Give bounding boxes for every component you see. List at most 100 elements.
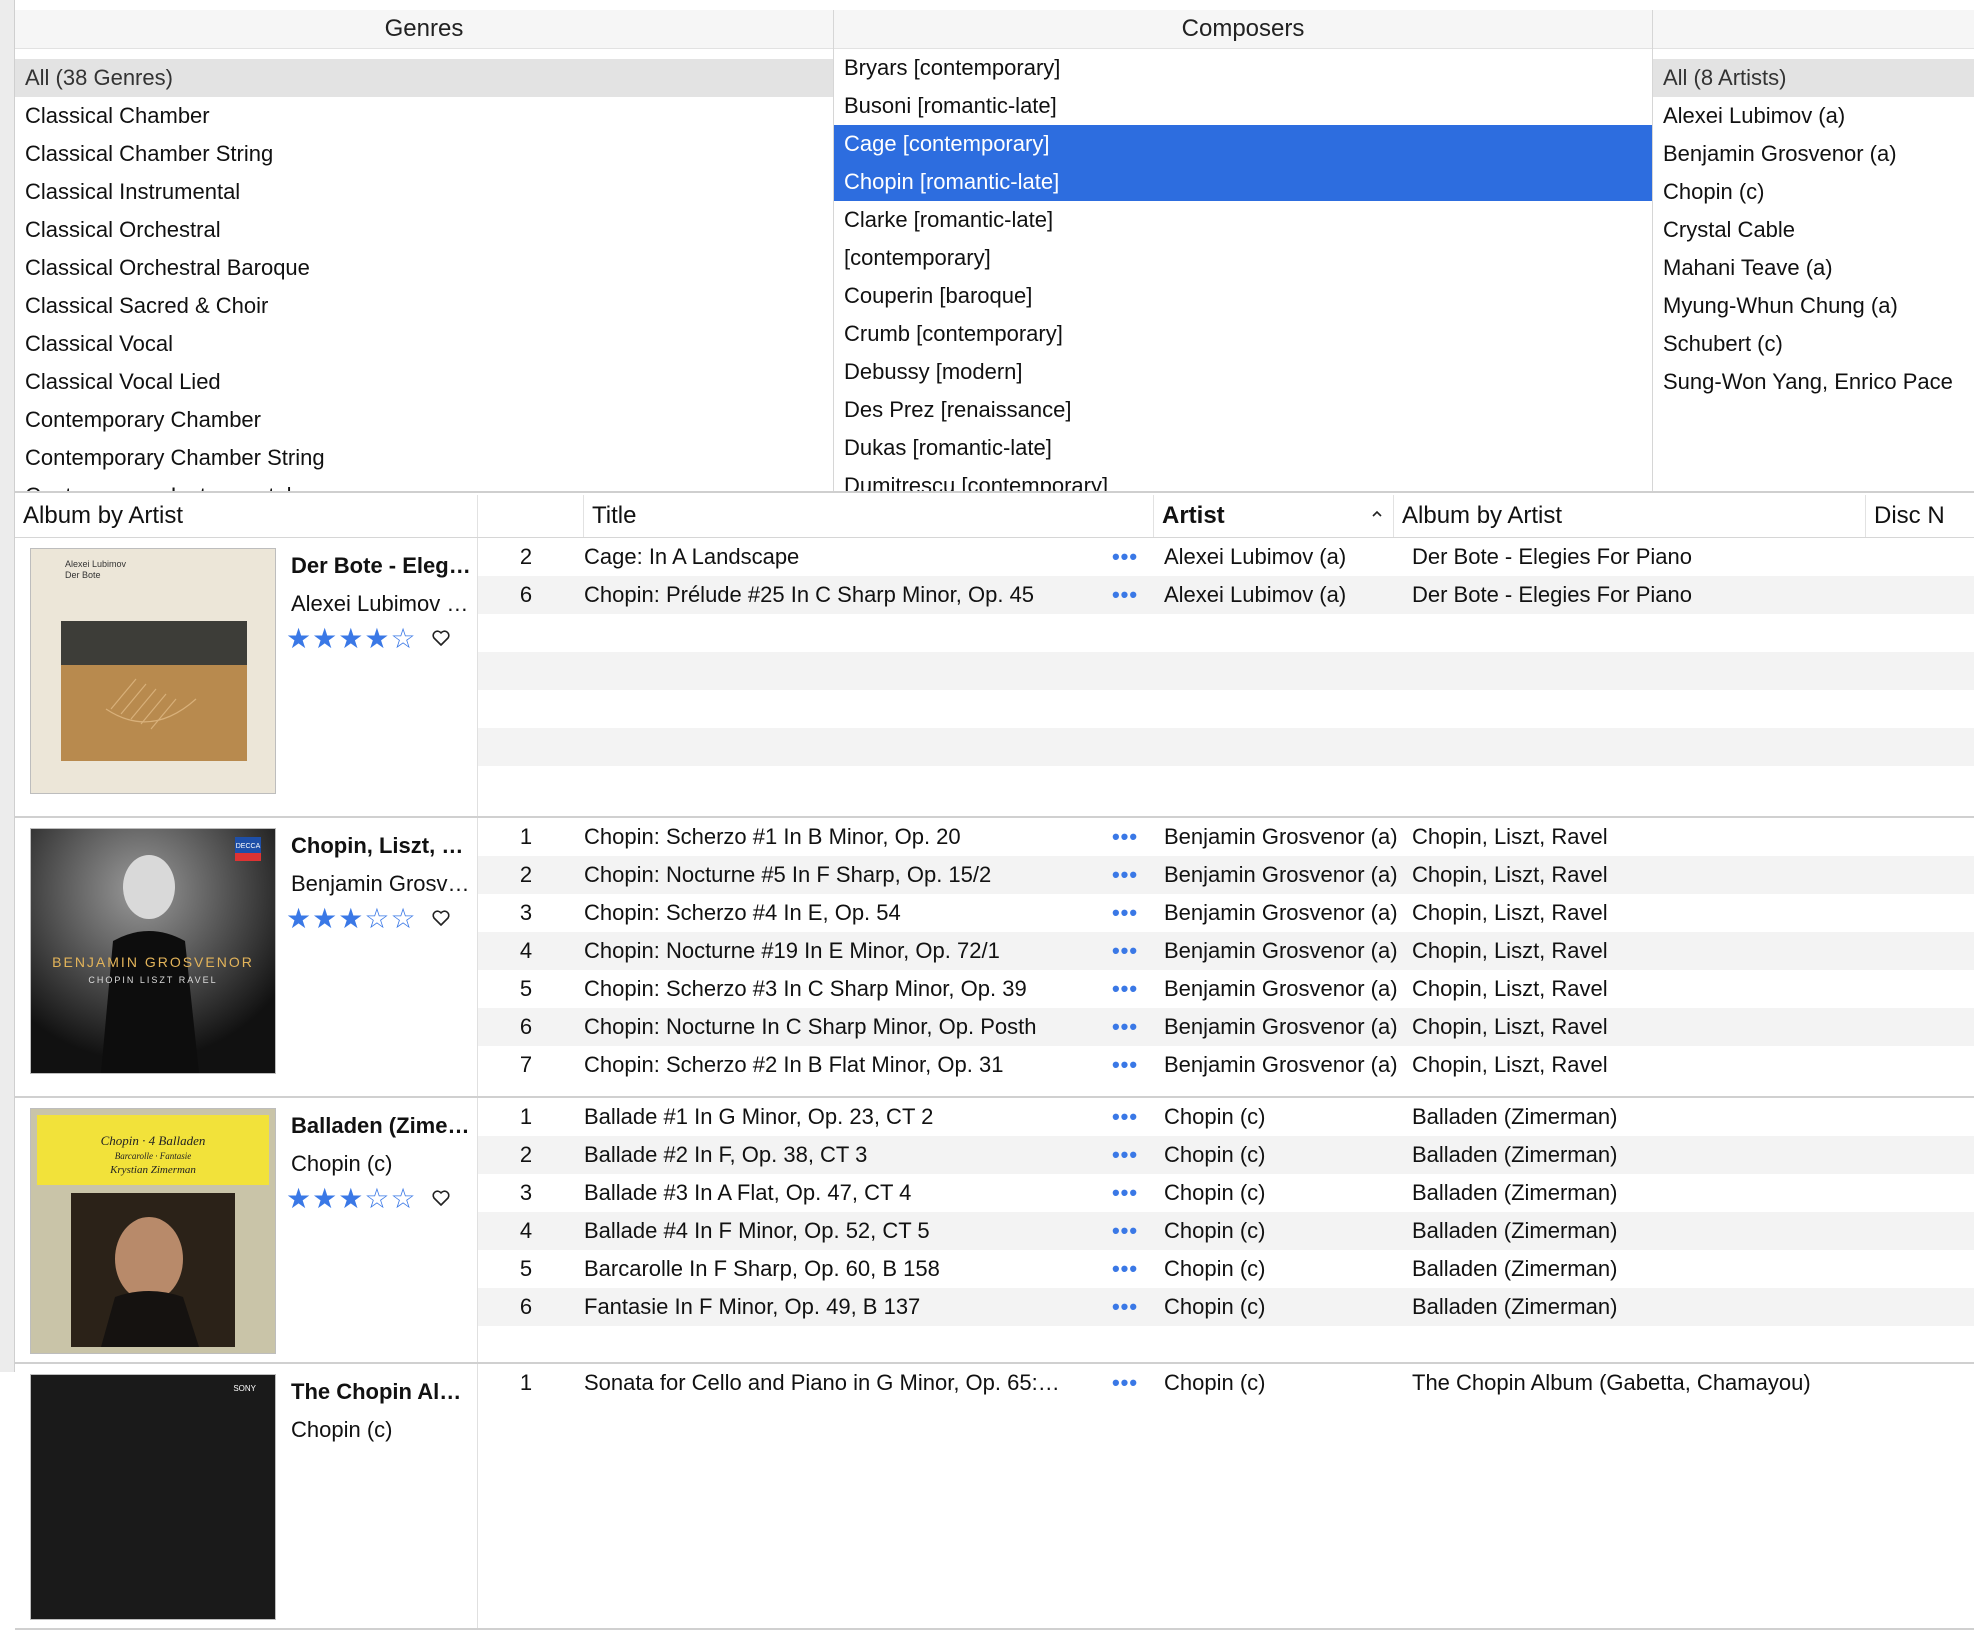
browser-row[interactable]: Contemporary Chamber String — [15, 439, 833, 477]
column-title[interactable]: Title — [584, 495, 1154, 537]
column-album[interactable]: Album by Artist — [1394, 495, 1866, 537]
more-dots-icon[interactable]: ••• — [1106, 1008, 1144, 1046]
more-dots-icon[interactable]: ••• — [1106, 1098, 1144, 1136]
table-row[interactable]: 4 Chopin: Nocturne #19 In E Minor, Op. 72… — [478, 932, 1974, 970]
heart-icon[interactable] — [431, 1188, 451, 1208]
table-row[interactable]: 6 Chopin: Prélude #25 In C Sharp Minor, O… — [478, 576, 1974, 614]
star-icon[interactable]: ★ — [338, 902, 363, 936]
star-icon[interactable]: ★ — [338, 1182, 363, 1216]
star-icon[interactable]: ★ — [286, 902, 311, 936]
star-icon[interactable]: ☆ — [390, 622, 415, 656]
table-row[interactable]: 1 Chopin: Scherzo #1 In B Minor, Op. 20 ••… — [478, 818, 1974, 856]
star-icon[interactable]: ☆ — [364, 1182, 389, 1216]
star-icon[interactable]: ☆ — [364, 902, 389, 936]
more-dots-icon[interactable]: ••• — [1106, 970, 1144, 1008]
browser-row[interactable]: Contemporary Instrumental — [15, 477, 833, 492]
table-row[interactable]: 2 Chopin: Nocturne #5 In F Sharp, Op. 15/… — [478, 856, 1974, 894]
table-row[interactable]: 1 Sonata for Cello and Piano in G Minor, … — [478, 1364, 1974, 1402]
more-dots-icon[interactable]: ••• — [1106, 818, 1144, 856]
chevron-up-icon[interactable] — [1371, 508, 1383, 520]
album-cover[interactable]: SONY — [30, 1374, 276, 1620]
browser-row[interactable]: Cage [contemporary] — [834, 125, 1652, 163]
more-dots-icon[interactable]: ••• — [1106, 1212, 1144, 1250]
more-dots-icon[interactable]: ••• — [1106, 1364, 1144, 1402]
heart-icon[interactable] — [431, 628, 451, 648]
browser-row[interactable]: Classical Sacred & Choir — [15, 287, 833, 325]
browser-row[interactable]: Des Prez [renaissance] — [834, 391, 1652, 429]
browser-row[interactable]: Mahani Teave (a) — [1653, 249, 1974, 287]
table-row[interactable]: 7 Chopin: Scherzo #2 In B Flat Minor, Op.… — [478, 1046, 1974, 1084]
star-icon[interactable]: ★ — [312, 902, 337, 936]
browser-row[interactable]: Clarke [romantic-late] — [834, 201, 1652, 239]
album-cover[interactable]: Alexei Lubimov Der Bote — [30, 548, 276, 794]
table-row[interactable]: 5 Chopin: Scherzo #3 In C Sharp Minor, Op… — [478, 970, 1974, 1008]
pane-splitter[interactable] — [15, 491, 1974, 493]
browser-row[interactable]: Chopin (c) — [1653, 173, 1974, 211]
browser-row[interactable]: Schubert (c) — [1653, 325, 1974, 363]
composers-header[interactable]: Composers — [834, 10, 1652, 49]
browser-row[interactable]: Bryars [contemporary] — [834, 49, 1652, 87]
browser-row[interactable]: Classical Vocal — [15, 325, 833, 363]
browser-row[interactable]: Chopin [romantic-late] — [834, 163, 1652, 201]
star-icon[interactable]: ★ — [286, 1182, 311, 1216]
browser-row[interactable]: All (38 Genres) — [15, 59, 833, 97]
browser-row[interactable]: Busoni [romantic-late] — [834, 87, 1652, 125]
table-row[interactable]: 3 Ballade #3 In A Flat, Op. 47, CT 4 ••• Ch… — [478, 1174, 1974, 1212]
more-dots-icon[interactable]: ••• — [1106, 1288, 1144, 1326]
rating-stars[interactable]: ★ ★ ★ ☆ ☆ — [286, 1182, 417, 1216]
album-cover[interactable]: Chopin · 4 Balladen Barcarolle · Fantasie… — [30, 1108, 276, 1354]
browser-row[interactable]: Sung-Won Yang, Enrico Pace — [1653, 363, 1974, 401]
browser-row[interactable]: Dukas [romantic-late] — [834, 429, 1652, 467]
more-dots-icon[interactable]: ••• — [1106, 1250, 1144, 1288]
table-row[interactable]: 6 Fantasie In F Minor, Op. 49, B 137 ••• Ch… — [478, 1288, 1974, 1326]
star-icon[interactable]: ☆ — [390, 1182, 415, 1216]
browser-row[interactable]: Couperin [baroque] — [834, 277, 1652, 315]
browser-row[interactable]: All (8 Artists) — [1653, 59, 1974, 97]
browser-row[interactable]: Contemporary Chamber — [15, 401, 833, 439]
more-dots-icon[interactable]: ••• — [1106, 894, 1144, 932]
column-track-number[interactable] — [478, 495, 584, 537]
table-row[interactable]: 5 Barcarolle In F Sharp, Op. 60, B 158 •••… — [478, 1250, 1974, 1288]
table-row[interactable]: 4 Ballade #4 In F Minor, Op. 52, CT 5 ••• C… — [478, 1212, 1974, 1250]
star-icon[interactable]: ★ — [364, 622, 389, 656]
more-dots-icon[interactable]: ••• — [1106, 1174, 1144, 1212]
browser-row[interactable]: Crumb [contemporary] — [834, 315, 1652, 353]
table-row[interactable]: 2 Ballade #2 In F, Op. 38, CT 3 ••• Chopin … — [478, 1136, 1974, 1174]
more-dots-icon[interactable]: ••• — [1106, 932, 1144, 970]
column-artist[interactable]: Artist — [1154, 495, 1394, 537]
star-icon[interactable]: ★ — [286, 622, 311, 656]
artists-header[interactable] — [1653, 10, 1974, 49]
browser-row[interactable]: Classical Chamber String — [15, 135, 833, 173]
rating-stars[interactable]: ★ ★ ★ ★ ☆ — [286, 622, 417, 656]
album-cover[interactable]: DECCA BENJAMIN GROSVENOR CHOPIN LISZT RAVE… — [30, 828, 276, 1074]
more-dots-icon[interactable]: ••• — [1106, 1046, 1144, 1084]
browser-row[interactable]: Classical Orchestral — [15, 211, 833, 249]
browser-row[interactable]: [contemporary] — [834, 239, 1652, 277]
browser-row[interactable]: Classical Chamber — [15, 97, 833, 135]
browser-row[interactable]: Classical Orchestral Baroque — [15, 249, 833, 287]
browser-row[interactable]: Alexei Lubimov (a) — [1653, 97, 1974, 135]
more-dots-icon[interactable]: ••• — [1106, 856, 1144, 894]
browser-row[interactable]: Debussy [modern] — [834, 353, 1652, 391]
heart-icon[interactable] — [431, 908, 451, 928]
genres-header[interactable]: Genres — [15, 10, 833, 49]
column-album-group[interactable]: Album by Artist — [15, 495, 478, 537]
table-row[interactable]: 2 Cage: In A Landscape ••• Alexei Lubimov (… — [478, 538, 1974, 576]
browser-row[interactable]: Myung-Whun Chung (a) — [1653, 287, 1974, 325]
table-row[interactable]: 1 Ballade #1 In G Minor, Op. 23, CT 2 ••• C… — [478, 1098, 1974, 1136]
column-disc-number[interactable]: Disc N — [1866, 495, 1974, 537]
browser-row[interactable]: Classical Instrumental — [15, 173, 833, 211]
browser-row[interactable]: Crystal Cable — [1653, 211, 1974, 249]
browser-row[interactable]: Classical Vocal Lied — [15, 363, 833, 401]
table-row[interactable]: 3 Chopin: Scherzo #4 In E, Op. 54 ••• Benja… — [478, 894, 1974, 932]
more-dots-icon[interactable]: ••• — [1106, 576, 1144, 614]
star-icon[interactable]: ☆ — [390, 902, 415, 936]
more-dots-icon[interactable]: ••• — [1106, 538, 1144, 576]
rating-stars[interactable]: ★ ★ ★ ☆ ☆ — [286, 902, 417, 936]
star-icon[interactable]: ★ — [312, 1182, 337, 1216]
table-row[interactable]: 6 Chopin: Nocturne In C Sharp Minor, Op. … — [478, 1008, 1974, 1046]
more-dots-icon[interactable]: ••• — [1106, 1136, 1144, 1174]
browser-row[interactable]: Dumitrescu [contemporary] — [834, 467, 1652, 492]
star-icon[interactable]: ★ — [338, 622, 363, 656]
star-icon[interactable]: ★ — [312, 622, 337, 656]
